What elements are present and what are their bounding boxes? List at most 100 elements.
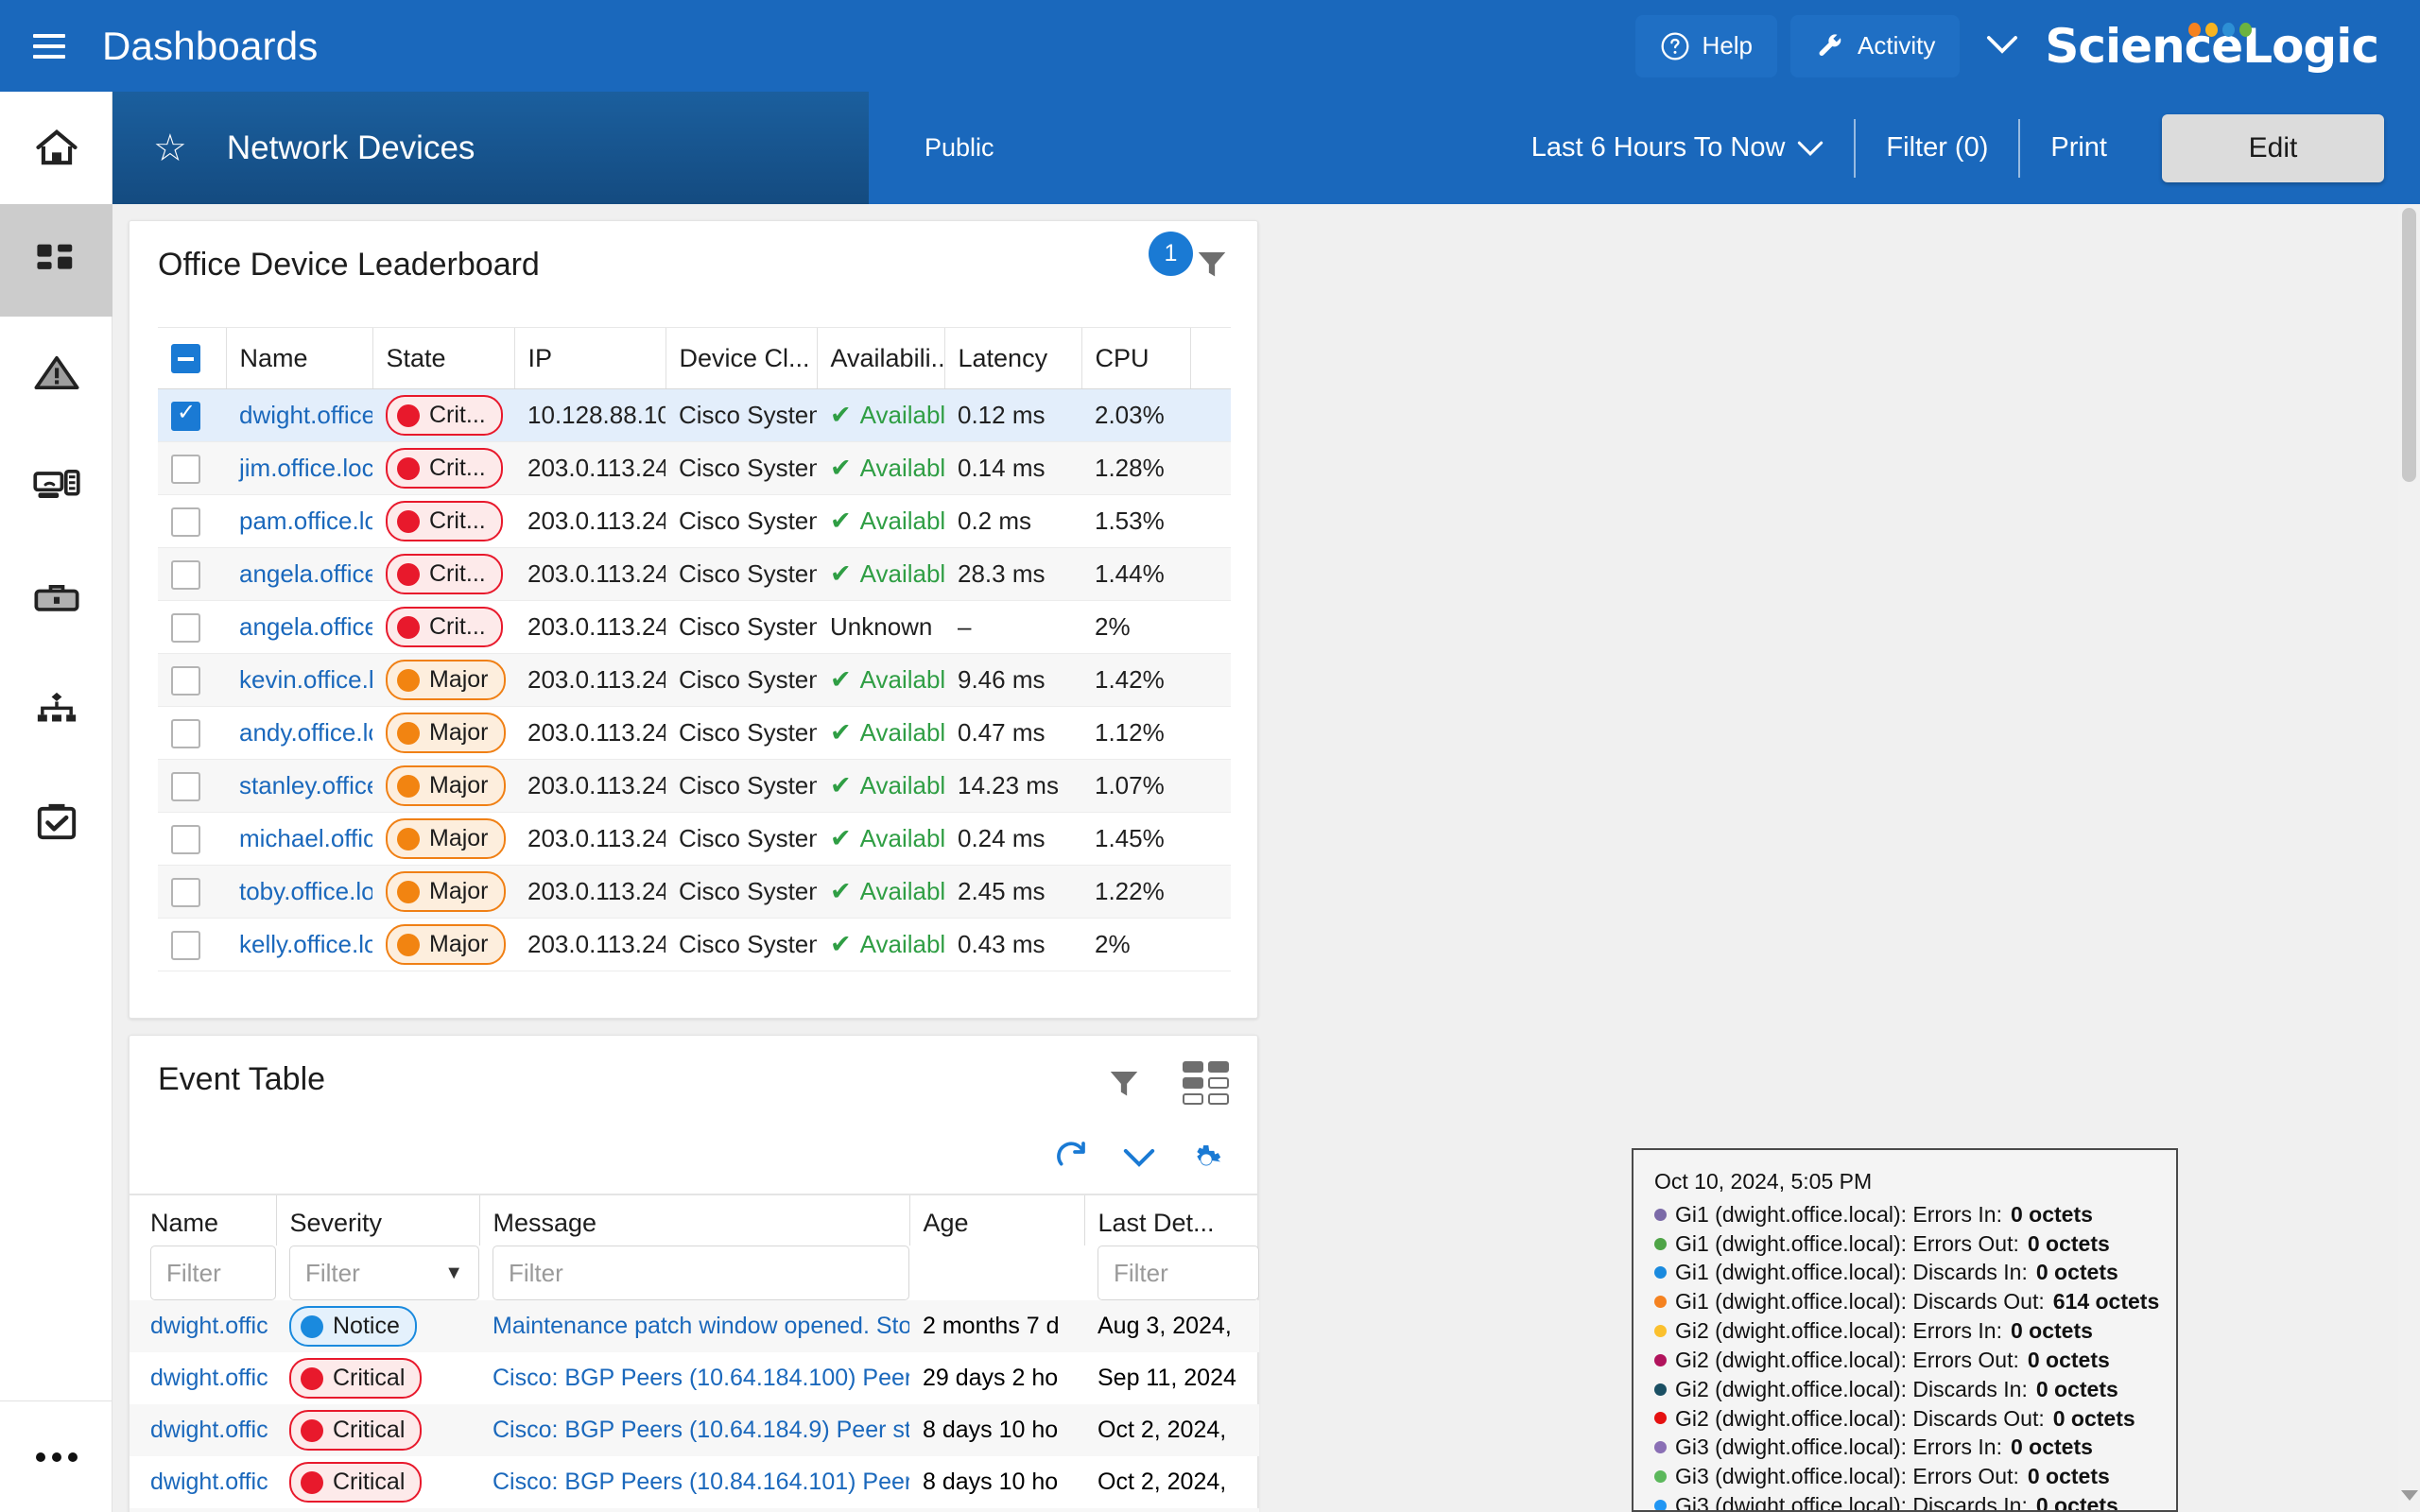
time-range-selector[interactable]: Last 6 Hours To Now xyxy=(1501,132,1855,163)
row-checkbox-cell[interactable] xyxy=(158,813,226,866)
row-checkbox-cell[interactable] xyxy=(158,601,226,654)
activity-button[interactable]: Activity xyxy=(1790,14,1961,77)
ev-col-last-detected[interactable]: Last Det... xyxy=(1083,1195,1259,1246)
sidebar-item-home[interactable] xyxy=(0,92,112,204)
table-row[interactable]: kelly.office.lo Major 203.0.113.24 Cisco Sy… xyxy=(158,919,1231,971)
ev-col-name[interactable]: Name xyxy=(130,1195,276,1246)
table-row[interactable]: pam.office.lo Crit... 203.0.113.24 Cisco Sy… xyxy=(158,495,1231,548)
table-row[interactable]: dwight.officCriticalCisco: BGP Peers (20… xyxy=(130,1508,1259,1512)
row-checkbox[interactable] xyxy=(171,931,200,961)
row-checkbox-cell[interactable] xyxy=(158,654,226,707)
ev-col-message[interactable]: Message xyxy=(478,1195,909,1246)
cell-name[interactable]: pam.office.lo xyxy=(226,495,372,548)
col-ip[interactable]: IP xyxy=(513,326,666,390)
print-button[interactable]: Print xyxy=(2020,132,2137,163)
table-row[interactable]: dwight.offic Notice Maintenance patch wind… xyxy=(130,1300,1259,1352)
row-checkbox[interactable] xyxy=(171,878,200,908)
funnel-icon[interactable] xyxy=(1195,247,1229,281)
cell-message[interactable]: Maintenance patch window opened. Stoppin… xyxy=(479,1300,909,1352)
chevron-down-icon[interactable] xyxy=(1123,1147,1155,1168)
table-row[interactable]: andy.office.lc Major 203.0.113.24 Cisco Sys… xyxy=(158,707,1231,760)
row-checkbox-cell[interactable] xyxy=(158,548,226,601)
cell-name[interactable]: jim.office.loca xyxy=(226,442,372,495)
help-button[interactable]: Help xyxy=(1634,14,1778,77)
sidebar-more-button[interactable] xyxy=(0,1400,112,1512)
row-checkbox[interactable] xyxy=(171,455,200,485)
row-checkbox-cell[interactable] xyxy=(158,760,226,813)
cell-name[interactable]: dwight.offic xyxy=(130,1404,276,1456)
cell-name[interactable]: kelly.office.lo xyxy=(226,919,372,971)
col-device-class[interactable]: Device Cl... xyxy=(665,326,817,390)
table-row[interactable]: dwight.offic Critical Cisco: BGP Peers (10… xyxy=(130,1456,1259,1508)
cell-name[interactable]: kevin.office.l xyxy=(226,654,372,707)
row-checkbox[interactable] xyxy=(171,666,200,696)
select-all-checkbox[interactable] xyxy=(171,344,200,374)
cell-name[interactable]: dwight.office xyxy=(226,389,372,442)
row-checkbox-cell[interactable] xyxy=(158,389,226,442)
refresh-icon[interactable] xyxy=(1053,1139,1091,1177)
cell-name[interactable]: angela.office xyxy=(226,548,372,601)
row-checkbox[interactable] xyxy=(171,719,200,749)
sidebar-item-maps[interactable] xyxy=(0,654,112,766)
leaderboard-select-all-cell[interactable] xyxy=(158,326,226,390)
last-detected-filter-input[interactable]: Filter xyxy=(1098,1246,1259,1300)
page-scrollbar[interactable] xyxy=(2398,204,2420,1512)
table-row[interactable]: jim.office.loca Crit... 203.0.113.24 Cisco … xyxy=(158,441,1231,495)
col-cpu[interactable]: CPU xyxy=(1080,326,1190,390)
col-latency[interactable]: Latency xyxy=(943,326,1081,390)
row-checkbox[interactable] xyxy=(171,613,200,644)
ev-col-severity[interactable]: Severity xyxy=(275,1195,479,1246)
cell-name[interactable]: dwight.offic xyxy=(130,1508,276,1512)
sidebar-item-dashboards[interactable] xyxy=(0,204,112,317)
row-checkbox[interactable] xyxy=(171,825,200,855)
name-filter-input[interactable]: Filter xyxy=(150,1246,276,1300)
row-checkbox[interactable] xyxy=(171,560,200,591)
gear-icon[interactable] xyxy=(1187,1139,1225,1177)
cell-name[interactable]: toby.office.lo xyxy=(226,866,372,919)
table-row[interactable]: dwight.offic Critical Cisco: BGP Peers (10… xyxy=(130,1404,1259,1456)
row-checkbox[interactable] xyxy=(171,399,200,432)
scrollbar-thumb[interactable] xyxy=(2402,208,2416,482)
cell-name[interactable]: dwight.offic xyxy=(130,1352,276,1404)
cell-name[interactable]: dwight.offic xyxy=(130,1456,276,1508)
cell-message[interactable]: Cisco: BGP Peers (10.84.164.101) Peer st… xyxy=(479,1456,909,1508)
cell-name[interactable]: dwight.offic xyxy=(130,1300,276,1352)
scroll-down-arrow-icon[interactable] xyxy=(2401,1490,2418,1501)
edit-button[interactable]: Edit xyxy=(2162,113,2384,182)
sidebar-item-business-services[interactable] xyxy=(0,541,112,654)
cell-message[interactable]: Cisco: BGP Peers (203.0.114.1) Peer stat… xyxy=(479,1508,909,1512)
row-checkbox-cell[interactable] xyxy=(158,919,226,971)
row-checkbox-cell[interactable] xyxy=(158,707,226,760)
row-checkbox[interactable] xyxy=(171,772,200,802)
table-row[interactable]: dwight.office Crit... 10.128.88.10 Cisco Sy… xyxy=(158,388,1231,442)
severity-filter-select[interactable]: Filter ▼ xyxy=(289,1246,479,1300)
sidebar-item-devices[interactable] xyxy=(0,429,112,541)
row-checkbox-cell[interactable] xyxy=(158,866,226,919)
ev-col-age[interactable]: Age xyxy=(908,1195,1084,1246)
hamburger-menu-icon[interactable] xyxy=(23,20,76,73)
sidebar-item-tasks[interactable] xyxy=(0,766,112,879)
star-icon[interactable]: ☆ xyxy=(153,129,187,167)
cell-message[interactable]: Cisco: BGP Peers (10.64.184.9) Peer stat… xyxy=(479,1404,909,1456)
funnel-icon[interactable] xyxy=(1107,1066,1141,1100)
cell-message[interactable]: Cisco: BGP Peers (10.64.184.100) Peer st… xyxy=(479,1352,909,1404)
col-state[interactable]: State xyxy=(372,326,514,390)
user-menu-chevron-down-icon[interactable] xyxy=(1973,31,2031,61)
dashboard-filter-button[interactable]: Filter (0) xyxy=(1856,132,2018,163)
table-row[interactable]: dwight.offic Critical Cisco: BGP Peers (10… xyxy=(130,1352,1259,1404)
table-row[interactable]: stanley.office Major 203.0.113.24 Cisco Sys… xyxy=(158,759,1231,813)
cell-name[interactable]: angela.office xyxy=(226,601,372,654)
col-name[interactable]: Name xyxy=(225,326,372,390)
cell-name[interactable]: michael.offic xyxy=(226,813,372,866)
row-checkbox-cell[interactable] xyxy=(158,495,226,548)
row-checkbox[interactable] xyxy=(171,507,200,538)
cell-name[interactable]: andy.office.lc xyxy=(226,707,372,760)
table-row[interactable]: toby.office.lo Major 203.0.113.24 Cisco Sys… xyxy=(158,865,1231,919)
cell-name[interactable]: stanley.office xyxy=(226,760,372,813)
table-row[interactable]: kevin.office.l Major 203.0.113.24 Cisco Sys… xyxy=(158,653,1231,707)
sidebar-item-events[interactable] xyxy=(0,317,112,429)
col-availability[interactable]: Availabili... xyxy=(816,326,944,390)
table-row[interactable]: angela.office Crit... 203.0.113.24 Cisco Sy… xyxy=(158,547,1231,601)
table-row[interactable]: michael.offic Major 203.0.113.24 Cisco Syst… xyxy=(158,813,1231,866)
grid-layout-icon[interactable] xyxy=(1183,1061,1229,1105)
